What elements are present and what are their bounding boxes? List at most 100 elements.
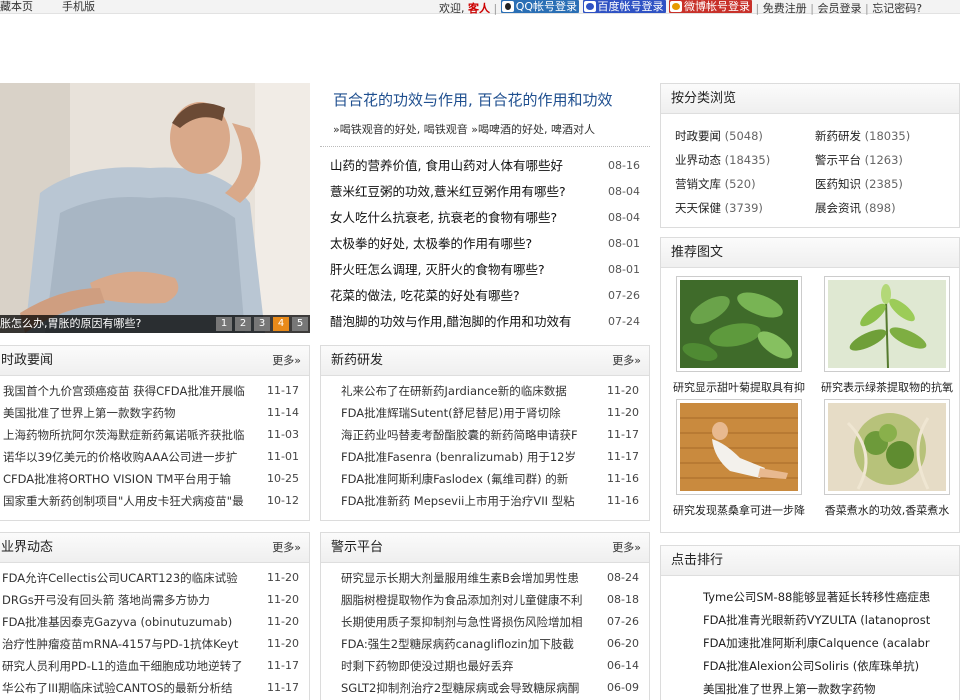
item-title[interactable]: SGLT2抑制剂治疗2型糖尿病或会导致糖尿病酮 [341,677,597,699]
item-title[interactable]: FDA批准阿斯利康Faslodex (氟维司群) 的新 [341,468,597,490]
category-name[interactable]: 营销文库 [675,177,721,191]
list-item[interactable]: 礼来公布了在研新药Jardiance新的临床数据 11-20 [341,380,649,402]
ranking-item[interactable]: FDA批准青光眼新药VYZULTA (latanoprost [703,609,948,632]
category-link[interactable]: 展会资讯 (898) [815,196,955,220]
slider-caption-text[interactable]: 胀怎么办,胃胀的原因有哪些? [0,317,141,330]
category-link[interactable]: 营销文库 (520) [675,172,815,196]
ranking-item[interactable]: FDA加速批准阿斯利康Calquence (acalabr [703,632,948,655]
recommend-item[interactable]: 研究发现蒸桑拿可进一步降 [665,399,813,518]
category-name[interactable]: 展会资讯 [815,201,861,215]
slider-page-2[interactable]: 2 [235,317,251,331]
recommend-thumb[interactable] [676,276,802,372]
item-title[interactable]: 我国首个九价宫颈癌疫苗 获得CFDA批准开展临 [3,380,257,402]
slider-page-5[interactable]: 5 [292,317,308,331]
mobile-link[interactable]: 手机版 [62,0,95,13]
item-title[interactable]: 研究显示长期大剂量服用维生素B会增加男性患 [341,567,597,589]
category-name[interactable]: 业界动态 [675,153,721,167]
list-item[interactable]: CFDA批准将ORTHO VISION TM平台用于输 10-25 [3,468,309,490]
list-item[interactable]: FDA批准辉瑞Sutent(舒尼替尼)用于肾切除 11-20 [341,402,649,424]
list-item[interactable]: FDA:强生2型糖尿病药canagliflozin加下肢截 06-20 [341,633,649,655]
list-item[interactable]: 研究人员利用PD-L1的造血干细胞成功地逆转了 11-17 [2,655,309,677]
item-title[interactable]: 上海药物所抗阿尔茨海默症新药氟诺哌齐获批临 [3,424,257,446]
list-item[interactable]: 治疗性肿瘤疫苗mRNA-4157与PD-1抗体Keyt 11-20 [2,633,309,655]
item-title[interactable]: FDA批准辉瑞Sutent(舒尼替尼)用于肾切除 [341,402,597,424]
member-login-link[interactable]: 会员登录 [817,2,861,15]
recommend-thumb[interactable] [676,399,802,495]
list-item[interactable]: 国家重大新药创制项目"人用皮卡狂犬病疫苗"最 10-12 [3,490,309,512]
news-title[interactable]: 女人吃什么抗衰老, 抗衰老的食物有哪些? [330,205,594,231]
item-title[interactable]: DRGs开弓没有回头箭 落地尚需多方协力 [2,589,257,611]
recommend-thumb[interactable] [824,276,950,372]
recommend-caption[interactable]: 研究发现蒸桑拿可进一步降 [665,502,813,518]
category-link[interactable]: 天天保健 (3739) [675,196,815,220]
register-link[interactable]: 免费注册 [763,2,807,15]
list-item[interactable]: 我国首个九价宫颈癌疫苗 获得CFDA批准开展临 11-17 [3,380,309,402]
list-item[interactable]: 花菜的做法, 吃花菜的好处有哪些? 07-26 [330,283,640,309]
list-item[interactable]: 华公布了III期临床试验CANTOS的最新分析结 11-17 [2,677,309,699]
item-title[interactable]: 国家重大新药创制项目"人用皮卡狂犬病疫苗"最 [3,490,257,512]
list-item[interactable]: 醋泡脚的功效与作用,醋泡脚的作用和功效有 07-24 [330,309,640,335]
list-item[interactable]: 山药的营养价值, 食用山药对人体有哪些好 08-16 [330,153,640,179]
category-link[interactable]: 时政要闻 (5048) [675,124,815,148]
ranking-item[interactable]: Tyme公司SM-88能够显著延长转移性癌症患 [703,586,948,609]
list-item[interactable]: FDA批准基因泰克Gazyva (obinutuzumab) 11-20 [2,611,309,633]
more-link[interactable]: 更多» [612,533,641,563]
bookmark-link[interactable]: 藏本页 [0,0,33,13]
item-title[interactable]: CFDA批准将ORTHO VISION TM平台用于输 [3,468,257,490]
item-title[interactable]: 研究人员利用PD-L1的造血干细胞成功地逆转了 [2,655,257,677]
list-item[interactable]: 诺华以39亿美元的价格收购AAA公司进一步扩 11-01 [3,446,309,468]
recommend-caption[interactable]: 研究表示绿茶提取物的抗氧 [813,379,960,395]
recommend-thumb[interactable] [824,399,950,495]
list-item[interactable]: FDA允许Cellectis公司UCART123的临床试验 11-20 [2,567,309,589]
list-item[interactable]: SGLT2抑制剂治疗2型糖尿病或会导致糖尿病酮 06-09 [341,677,649,699]
ranking-item[interactable]: 美国批准了世界上第一款数字药物 [703,678,948,700]
news-title[interactable]: 花菜的做法, 吃花菜的好处有哪些? [330,283,594,309]
list-item[interactable]: 时剩下药物即使没过期也最好丢弃 06-14 [341,655,649,677]
item-title[interactable]: 诺华以39亿美元的价格收购AAA公司进一步扩 [3,446,257,468]
news-title[interactable]: 太极拳的好处, 太极拳的作用有哪些? [330,231,594,257]
list-item[interactable]: 上海药物所抗阿尔茨海默症新药氟诺哌齐获批临 11-03 [3,424,309,446]
list-item[interactable]: 太极拳的好处, 太极拳的作用有哪些? 08-01 [330,231,640,257]
item-title[interactable]: 治疗性肿瘤疫苗mRNA-4157与PD-1抗体Keyt [2,633,257,655]
item-title[interactable]: FDA批准基因泰克Gazyva (obinutuzumab) [2,611,257,633]
category-link[interactable]: 警示平台 (1263) [815,148,955,172]
category-name[interactable]: 新药研发 [815,129,861,143]
list-item[interactable]: 海正药业吗替麦考酚酯胶囊的新药简略申请获F 11-17 [341,424,649,446]
news-title[interactable]: 醋泡脚的功效与作用,醋泡脚的作用和功效有 [330,309,594,335]
list-item[interactable]: 胭脂树橙提取物作为食品添加剂对儿童健康不利 08-18 [341,589,649,611]
slider-image[interactable] [0,83,310,333]
category-name[interactable]: 天天保健 [675,201,721,215]
list-item[interactable]: DRGs开弓没有回头箭 落地尚需多方协力 11-20 [2,589,309,611]
list-item[interactable]: FDA批准Fasenra (benralizumab) 用于12岁 11-17 [341,446,649,468]
item-title[interactable]: 华公布了III期临床试验CANTOS的最新分析结 [2,677,257,699]
weibo-login-button[interactable]: 微博帐号登录 [669,0,753,13]
featured-slider[interactable]: 胀怎么办,胃胀的原因有哪些? 1 2 3 4 5 [0,83,310,333]
news-title[interactable]: 薏米红豆粥的功效,薏米红豆粥作用有哪些? [330,179,594,205]
news-title[interactable]: 肝火旺怎么调理, 灭肝火的食物有哪些? [330,257,594,283]
forgot-password-link[interactable]: 忘记密码? [872,2,922,15]
item-title[interactable]: 礼来公布了在研新药Jardiance新的临床数据 [341,380,597,402]
qq-login-button[interactable]: QQ帐号登录 [500,0,580,13]
list-item[interactable]: FDA批准阿斯利康Faslodex (氟维司群) 的新 11-16 [341,468,649,490]
baidu-login-button[interactable]: 百度帐号登录 [582,0,666,13]
list-item[interactable]: 肝火旺怎么调理, 灭肝火的食物有哪些? 08-01 [330,257,640,283]
item-title[interactable]: 长期使用质子泵抑制剂与急性肾损伤风险增加相 [341,611,597,633]
category-name[interactable]: 医药知识 [815,177,861,191]
category-link[interactable]: 医药知识 (2385) [815,172,955,196]
headline-link[interactable]: 百合花的功效与作用, 百合花的作用和功效 [333,89,653,110]
item-title[interactable]: FDA批准新药 Mepsevii上市用于治疗VII 型粘 [341,490,597,512]
recommend-item[interactable]: 研究显示甜叶菊提取具有抑 [665,276,813,395]
slider-page-4[interactable]: 4 [273,317,289,331]
item-title[interactable]: 美国批准了世界上第一款数字药物 [3,402,257,424]
slider-page-1[interactable]: 1 [216,317,232,331]
list-item[interactable]: 女人吃什么抗衰老, 抗衰老的食物有哪些? 08-04 [330,205,640,231]
category-name[interactable]: 警示平台 [815,153,861,167]
list-item[interactable]: 研究显示长期大剂量服用维生素B会增加男性患 08-24 [341,567,649,589]
list-item[interactable]: FDA批准新药 Mepsevii上市用于治疗VII 型粘 11-16 [341,490,649,512]
more-link[interactable]: 更多» [612,346,641,376]
more-link[interactable]: 更多» [272,346,301,376]
list-item[interactable]: 美国批准了世界上第一款数字药物 11-14 [3,402,309,424]
item-title[interactable]: 时剩下药物即使没过期也最好丢弃 [341,655,597,677]
more-link[interactable]: 更多» [272,533,301,563]
list-item[interactable]: 长期使用质子泵抑制剂与急性肾损伤风险增加相 07-26 [341,611,649,633]
